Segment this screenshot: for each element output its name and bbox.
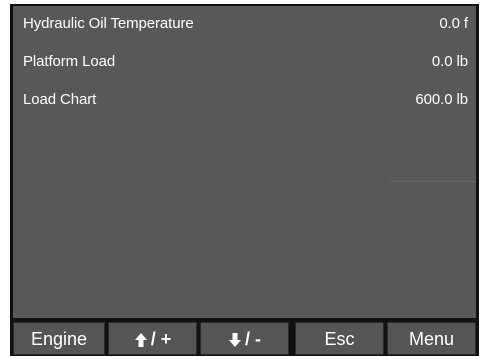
- arrow-up-icon: [134, 332, 148, 348]
- readout-value: 0.0 f: [439, 15, 468, 32]
- up-plus-button[interactable]: / +: [108, 322, 197, 355]
- esc-button[interactable]: Esc: [295, 322, 384, 355]
- readout-hydraulic-oil-temperature: Hydraulic Oil Temperature 0.0 f: [23, 12, 468, 36]
- controller-display: Hydraulic Oil Temperature 0.0 f Platform…: [10, 4, 479, 356]
- readout-platform-load: Platform Load 0.0 lb: [23, 50, 468, 74]
- readout-load-chart: Load Chart 600.0 lb: [23, 88, 468, 112]
- readout-value: 0.0 lb: [431, 53, 468, 70]
- display-screen: Hydraulic Oil Temperature 0.0 f Platform…: [13, 6, 476, 318]
- menu-button[interactable]: Menu: [387, 322, 476, 355]
- down-minus-button[interactable]: / -: [200, 322, 289, 355]
- readout-label: Hydraulic Oil Temperature: [23, 15, 194, 32]
- readout-label: Load Chart: [23, 91, 97, 108]
- readout-value: 600.0 lb: [415, 91, 468, 108]
- softkey-bar: Engine / + / - Esc Menu: [13, 322, 476, 355]
- up-plus-label: / +: [150, 329, 172, 349]
- readout-label: Platform Load: [23, 53, 116, 70]
- engine-button[interactable]: Engine: [13, 322, 105, 355]
- divider-line: [391, 181, 474, 182]
- arrow-down-icon: [228, 332, 242, 348]
- down-minus-label: / -: [245, 329, 261, 349]
